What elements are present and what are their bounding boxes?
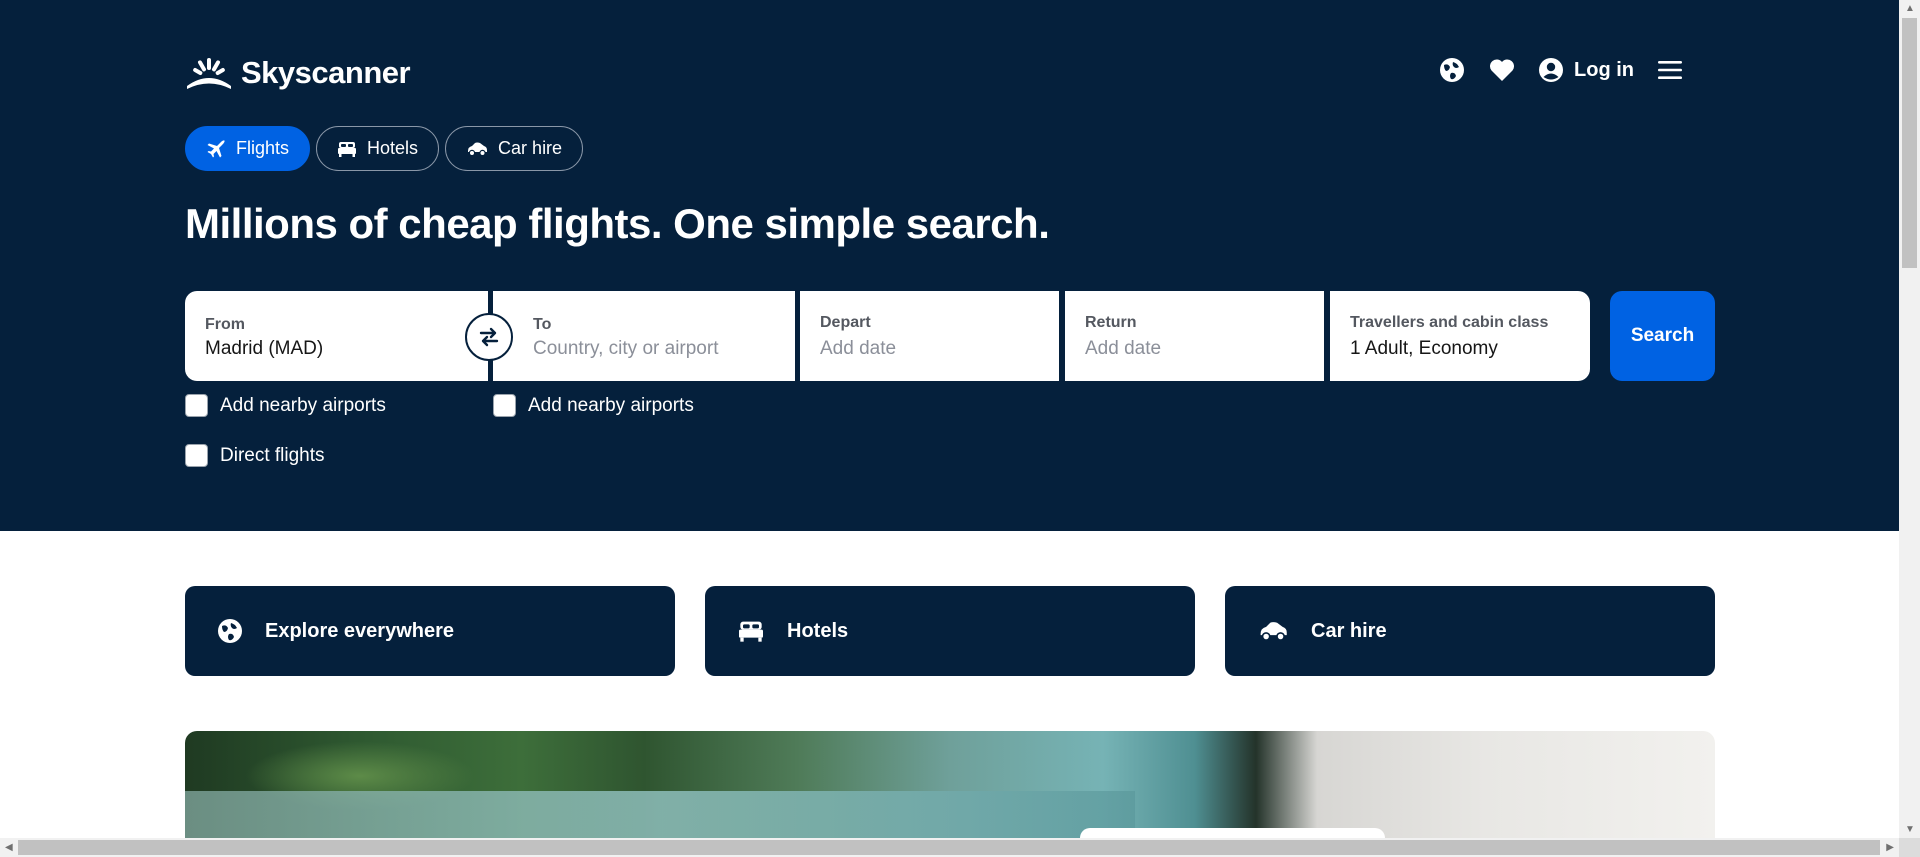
sunrise-logo-icon [187, 58, 231, 89]
explore-everywhere-card[interactable]: Explore everywhere [185, 586, 675, 676]
bed-icon [739, 621, 763, 642]
hotels-card[interactable]: Hotels [705, 586, 1195, 676]
from-label: From [205, 316, 245, 333]
tab-label: Car hire [498, 138, 563, 158]
tab-flights[interactable]: Flights [185, 126, 311, 171]
depart-field[interactable]: Depart Add date [800, 291, 1059, 381]
header-actions: Log in [1438, 56, 1684, 84]
swap-button[interactable] [465, 313, 513, 361]
from-field[interactable]: From Madrid (MAD) [185, 291, 488, 381]
login-label: Log in [1574, 58, 1634, 81]
checkbox-label: Add nearby airports [220, 394, 386, 416]
return-placeholder: Add date [1085, 338, 1162, 359]
horizontal-scroll-thumb[interactable] [18, 840, 1880, 855]
checkbox-label: Direct flights [220, 444, 325, 466]
car-hire-card[interactable]: Car hire [1225, 586, 1715, 676]
bed-icon [338, 141, 357, 157]
scroll-right-icon[interactable]: ▶ [1886, 842, 1894, 853]
plane-icon [207, 139, 225, 157]
depart-placeholder: Add date [820, 338, 897, 359]
globe-icon[interactable] [1438, 56, 1466, 84]
globe-icon [218, 619, 242, 643]
card-label: Car hire [1311, 619, 1387, 642]
skyscanner-logo[interactable]: Skyscanner [185, 55, 411, 91]
return-label: Return [1085, 314, 1137, 331]
user-circle-icon [1539, 58, 1564, 82]
travellers-label: Travellers and cabin class [1350, 314, 1549, 331]
travellers-value: 1 Adult, Economy [1350, 338, 1498, 359]
to-label: To [533, 316, 552, 333]
checkbox-box[interactable] [493, 394, 516, 417]
card-label: Explore everywhere [265, 619, 454, 642]
tab-label: Flights [236, 138, 290, 158]
search-button[interactable]: Search [1610, 291, 1715, 381]
promo-banner-image[interactable] [185, 731, 1715, 840]
swap-arrows-icon [479, 327, 499, 347]
travellers-field[interactable]: Travellers and cabin class 1 Adult, Econ… [1330, 291, 1590, 381]
return-field[interactable]: Return Add date [1065, 291, 1324, 381]
scroll-down-icon[interactable]: ▼ [1905, 824, 1915, 835]
from-nearby-checkbox[interactable]: Add nearby airports [185, 394, 386, 417]
checkbox-label: Add nearby airports [528, 394, 694, 416]
vertical-scroll-thumb[interactable] [1902, 18, 1917, 268]
vertical-scrollbar[interactable]: ▲ ▼ [1899, 0, 1920, 838]
to-field[interactable]: To Country, city or airport [493, 291, 795, 381]
scroll-left-icon[interactable]: ◀ [5, 842, 13, 853]
hero-section: Skyscanner Log in Flights Hotels Car hir… [0, 0, 1899, 531]
to-placeholder: Country, city or airport [533, 338, 719, 359]
depart-label: Depart [820, 314, 871, 331]
heart-icon[interactable] [1488, 56, 1516, 84]
horizontal-scrollbar[interactable]: ◀ ▶ [0, 838, 1899, 857]
scroll-up-icon[interactable]: ▲ [1905, 3, 1915, 14]
car-icon [468, 142, 488, 156]
banner-pool [185, 791, 1135, 840]
card-label: Hotels [787, 619, 849, 642]
brand-name: Skyscanner [241, 55, 411, 90]
direct-flights-checkbox[interactable]: Direct flights [185, 444, 325, 467]
hamburger-menu-icon[interactable] [1656, 56, 1684, 84]
car-icon [1260, 622, 1287, 641]
tab-label: Hotels [367, 138, 419, 158]
tab-hotels[interactable]: Hotels [316, 126, 440, 171]
product-tabs: Flights Hotels Car hire [185, 126, 584, 171]
tab-car-hire[interactable]: Car hire [445, 126, 584, 171]
login-button[interactable]: Log in [1538, 57, 1634, 83]
page-headline: Millions of cheap flights. One simple se… [185, 200, 1050, 247]
checkbox-box[interactable] [185, 444, 208, 467]
from-value: Madrid (MAD) [205, 338, 324, 359]
scrollbar-corner [1899, 838, 1920, 857]
checkbox-box[interactable] [185, 394, 208, 417]
to-nearby-checkbox[interactable]: Add nearby airports [493, 394, 694, 417]
